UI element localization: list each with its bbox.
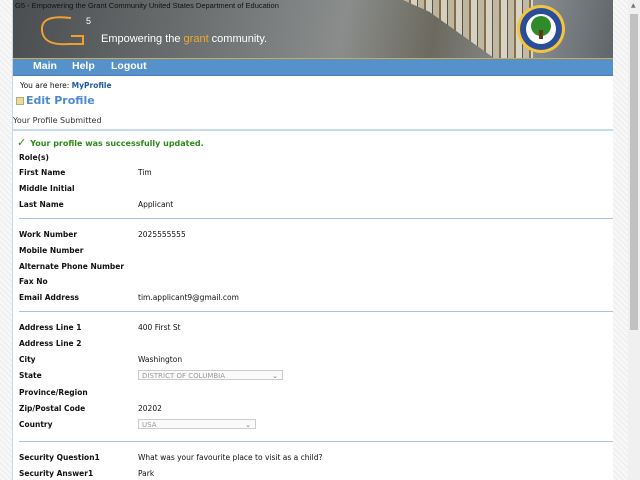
country-selected-value: USA — [142, 421, 157, 429]
value-city: Washington — [138, 355, 183, 364]
value-security-question1: What was your favourite place to visit a… — [138, 453, 323, 462]
label-last-name: Last Name — [19, 200, 64, 209]
label-state: State — [19, 371, 42, 380]
label-security-question1: Security Question1 — [19, 453, 100, 462]
label-first-name: First Name — [19, 168, 66, 177]
label-role-s: Role(s) — [19, 153, 49, 162]
label-middle-initial: Middle Initial — [19, 184, 75, 193]
banner-alt-text: G5 - Empowering the Grant Community Unit… — [15, 1, 279, 10]
label-address-line-1: Address Line 1 — [19, 323, 82, 332]
success-message: ✓ Your profile was successfully updated. — [17, 136, 204, 149]
value-address-line-1: 400 First St — [138, 323, 181, 332]
header-banner: G5 - Empowering the Grant Community Unit… — [13, 0, 613, 59]
label-alternate-phone-number: Alternate Phone Number — [19, 262, 125, 271]
label-province-region: Province/Region — [19, 388, 88, 397]
nav-main[interactable]: Main — [33, 60, 57, 72]
divider — [19, 311, 613, 312]
label-fax-no: Fax No — [19, 277, 48, 286]
g5-logo-icon: 5 — [40, 16, 91, 46]
label-work-number: Work Number — [19, 230, 78, 239]
divider — [13, 129, 613, 131]
state-select[interactable]: DISTRICT OF COLUMBIA ⌄ — [138, 370, 283, 380]
label-zip-postal-code: Zip/Postal Code — [19, 404, 86, 413]
library-image — [403, 0, 533, 58]
page: G5 - Empowering the Grant Community Unit… — [12, 0, 613, 480]
country-select[interactable]: USA ⌄ — [138, 419, 256, 429]
svg-text:5: 5 — [86, 16, 91, 26]
breadcrumb: You are here: MyProfile — [20, 81, 112, 90]
breadcrumb-myprofile[interactable]: MyProfile — [72, 81, 112, 90]
label-address-line-2: Address Line 2 — [19, 339, 82, 348]
label-security-answer1: Security Answer1 — [19, 469, 94, 478]
value-email-address: tim.applicant9@gmail.com — [138, 293, 239, 302]
page-title: Edit Profile — [26, 94, 95, 107]
scrollbar[interactable]: ▲ — [628, 0, 640, 480]
section-title: Your Profile Submitted — [13, 116, 102, 125]
department-seal-icon — [517, 5, 565, 53]
label-city: City — [19, 355, 36, 364]
value-security-answer1: Park — [138, 469, 155, 478]
value-first-name: Tim — [138, 168, 152, 177]
chevron-down-icon: ⌄ — [245, 421, 251, 429]
main-nav: Main Help Logout — [13, 59, 613, 76]
divider — [19, 441, 613, 442]
value-last-name: Applicant — [138, 200, 174, 209]
label-country: Country — [19, 420, 53, 429]
state-selected-value: DISTRICT OF COLUMBIA — [142, 372, 226, 380]
nav-help[interactable]: Help — [72, 60, 95, 72]
expand-icon[interactable] — [16, 97, 24, 105]
label-email-address: Email Address — [19, 293, 80, 302]
nav-logout[interactable]: Logout — [111, 60, 147, 72]
label-mobile-number: Mobile Number — [19, 246, 84, 255]
tagline: Empowering the grant community. — [101, 33, 268, 45]
chevron-down-icon: ⌄ — [272, 372, 278, 380]
value-work-number: 2025555555 — [138, 230, 186, 239]
scroll-up-icon[interactable]: ▲ — [631, 2, 636, 9]
value-zip-postal-code: 20202 — [138, 404, 162, 413]
scrollbar-thumb[interactable] — [630, 14, 638, 330]
divider — [19, 218, 613, 219]
checkmark-icon: ✓ — [17, 136, 27, 149]
